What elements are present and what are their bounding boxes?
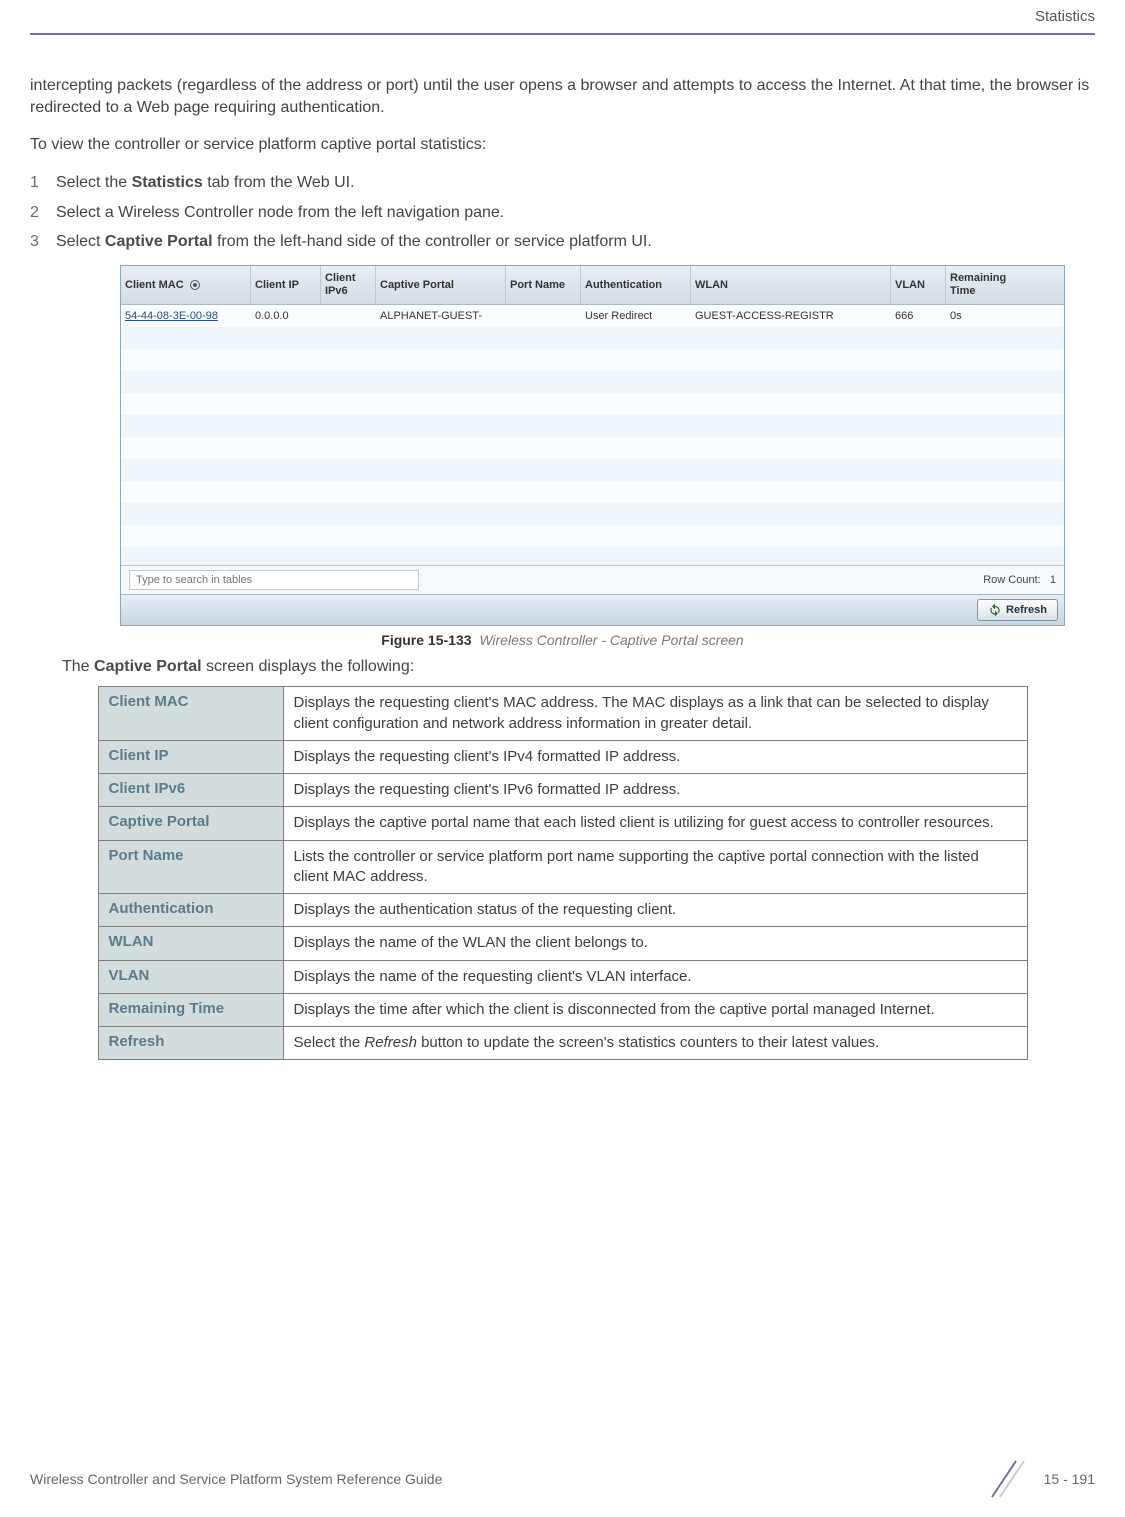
cell-vlan: 666 <box>891 310 946 322</box>
intro-paragraph-2: To view the controller or service platfo… <box>30 134 1095 156</box>
step-2: 2 Select a Wireless Controller node from… <box>30 200 1095 226</box>
desc-table-row: Client MACDisplays the requesting client… <box>98 687 1027 741</box>
figure-caption: Figure 15-133 Wireless Controller - Capt… <box>30 632 1095 648</box>
col-header-wlan[interactable]: WLAN <box>691 266 891 304</box>
cell-captive-portal: ALPHANET-GUEST- <box>376 310 506 322</box>
desc-text: Displays the name of the requesting clie… <box>283 960 1027 993</box>
col-header-client-ipv6[interactable]: Client IPv6 <box>321 266 376 304</box>
table-row[interactable]: 54-44-08-3E-00-98 0.0.0.0 ALPHANET-GUEST… <box>121 305 1064 327</box>
client-mac-link[interactable]: 54-44-08-3E-00-98 <box>125 310 218 322</box>
col-header-captive-portal[interactable]: Captive Portal <box>376 266 506 304</box>
table-intro: The Captive Portal screen displays the f… <box>62 658 1095 676</box>
step-number: 2 <box>30 200 42 226</box>
action-bar: Refresh <box>121 594 1064 625</box>
steps-list: 1 Select the Statistics tab from the Web… <box>30 170 1095 255</box>
step-text: Select the Statistics tab from the Web U… <box>56 170 355 196</box>
col-header-authentication[interactable]: Authentication <box>581 266 691 304</box>
page-footer: Wireless Controller and Service Platform… <box>30 1459 1095 1499</box>
desc-label: Client IP <box>98 740 283 773</box>
desc-text: Displays the authentication status of th… <box>283 894 1027 927</box>
desc-label: WLAN <box>98 927 283 960</box>
desc-label: Port Name <box>98 840 283 894</box>
desc-text: Displays the requesting client's MAC add… <box>283 687 1027 741</box>
desc-text: Displays the requesting client's IPv4 fo… <box>283 740 1027 773</box>
col-header-client-ip[interactable]: Client IP <box>251 266 321 304</box>
desc-table-row: RefreshSelect the Refresh button to upda… <box>98 1027 1027 1060</box>
cell-wlan: GUEST-ACCESS-REGISTR <box>691 310 891 322</box>
desc-table-row: Client IPv6Displays the requesting clien… <box>98 774 1027 807</box>
desc-text: Lists the controller or service platform… <box>283 840 1027 894</box>
description-table: Client MACDisplays the requesting client… <box>98 686 1028 1060</box>
desc-label: Client IPv6 <box>98 774 283 807</box>
desc-label: Client MAC <box>98 687 283 741</box>
desc-label: Authentication <box>98 894 283 927</box>
col-header-client-mac[interactable]: Client MAC <box>121 266 251 304</box>
refresh-button-label: Refresh <box>1006 604 1047 616</box>
desc-label: Refresh <box>98 1027 283 1060</box>
table-body: 54-44-08-3E-00-98 0.0.0.0 ALPHANET-GUEST… <box>121 305 1064 565</box>
step-number: 3 <box>30 229 42 255</box>
page-number: 15 - 191 <box>1044 1471 1095 1487</box>
desc-table-row: Port NameLists the controller or service… <box>98 840 1027 894</box>
refresh-icon <box>988 603 1002 617</box>
desc-table-row: Remaining TimeDisplays the time after wh… <box>98 993 1027 1026</box>
desc-text: Select the Refresh button to update the … <box>283 1027 1027 1060</box>
section-title: Statistics <box>1035 8 1095 25</box>
bold-captive-portal: Captive Portal <box>105 233 213 250</box>
desc-label: VLAN <box>98 960 283 993</box>
cell-authentication: User Redirect <box>581 310 691 322</box>
desc-table-row: VLANDisplays the name of the requesting … <box>98 960 1027 993</box>
step-1: 1 Select the Statistics tab from the Web… <box>30 170 1095 196</box>
desc-table-row: Captive PortalDisplays the captive porta… <box>98 807 1027 840</box>
col-header-port-name[interactable]: Port Name <box>506 266 581 304</box>
captive-portal-table: Client MAC Client IP Client IPv6 Captive… <box>120 265 1065 626</box>
page-header: Statistics <box>30 0 1095 35</box>
bold-statistics: Statistics <box>132 174 203 191</box>
refresh-button[interactable]: Refresh <box>977 599 1058 621</box>
guide-title: Wireless Controller and Service Platform… <box>30 1471 442 1487</box>
step-text: Select Captive Portal from the left-hand… <box>56 229 652 255</box>
screenshot-figure: Client MAC Client IP Client IPv6 Captive… <box>120 265 1065 626</box>
desc-table-row: WLANDisplays the name of the WLAN the cl… <box>98 927 1027 960</box>
sort-indicator-icon <box>190 280 200 290</box>
col-header-vlan[interactable]: VLAN <box>891 266 946 304</box>
table-search-input[interactable] <box>129 570 419 590</box>
figure-number: Figure 15-133 <box>381 632 471 648</box>
desc-label: Remaining Time <box>98 993 283 1026</box>
step-number: 1 <box>30 170 42 196</box>
figure-description: Wireless Controller - Captive Portal scr… <box>479 632 743 648</box>
desc-table-row: AuthenticationDisplays the authenticatio… <box>98 894 1027 927</box>
cell-client-ip: 0.0.0.0 <box>251 310 321 322</box>
desc-text: Displays the captive portal name that ea… <box>283 807 1027 840</box>
col-header-remaining-time[interactable]: Remaining Time <box>946 266 1036 304</box>
intro-paragraph-1: intercepting packets (regardless of the … <box>30 75 1095 120</box>
desc-table-row: Client IPDisplays the requesting client'… <box>98 740 1027 773</box>
step-text: Select a Wireless Controller node from t… <box>56 200 504 226</box>
desc-label: Captive Portal <box>98 807 283 840</box>
desc-text: Displays the time after which the client… <box>283 993 1027 1026</box>
desc-text: Displays the name of the WLAN the client… <box>283 927 1027 960</box>
desc-text: Displays the requesting client's IPv6 fo… <box>283 774 1027 807</box>
cell-remaining-time: 0s <box>946 310 1036 322</box>
step-3: 3 Select Captive Portal from the left-ha… <box>30 229 1095 255</box>
slash-icon <box>986 1459 1032 1499</box>
table-header-row: Client MAC Client IP Client IPv6 Captive… <box>121 266 1064 305</box>
table-footer: Row Count: 1 <box>121 565 1064 594</box>
row-count: Row Count: 1 <box>983 574 1056 586</box>
